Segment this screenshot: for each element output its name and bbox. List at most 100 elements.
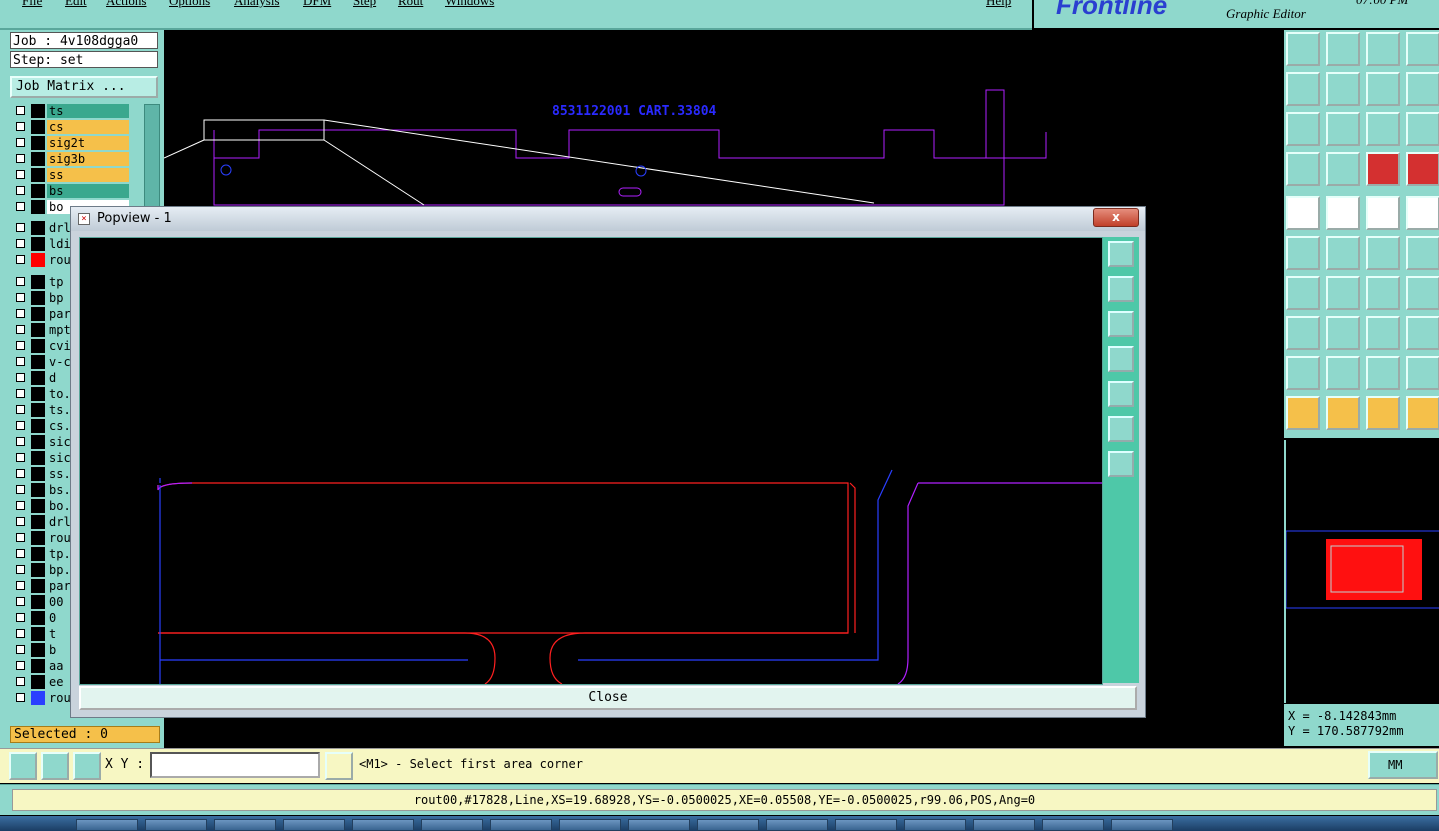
span-tool[interactable] — [1406, 356, 1439, 390]
taskbar-app[interactable] — [835, 819, 897, 831]
close-window-button[interactable]: x — [1093, 208, 1139, 227]
cross-tool[interactable] — [1326, 236, 1360, 270]
layer-color-swatch[interactable] — [31, 253, 45, 267]
layer-checkbox[interactable] — [16, 629, 25, 638]
net-highlight-tool[interactable] — [1366, 152, 1400, 186]
home-tool[interactable] — [1366, 32, 1400, 66]
layer-checkbox[interactable] — [16, 405, 25, 414]
pan-down-button[interactable] — [1108, 311, 1134, 337]
fill-tool[interactable] — [1326, 196, 1360, 230]
layer-color-swatch[interactable] — [31, 323, 45, 337]
layer-name[interactable]: sig2t — [47, 136, 129, 150]
layer-checkbox[interactable] — [16, 106, 25, 115]
layer-checkbox[interactable] — [16, 533, 25, 542]
close-button[interactable]: Close — [79, 686, 1137, 710]
layer-color-swatch[interactable] — [31, 371, 45, 385]
mirror-tool[interactable] — [1406, 276, 1439, 310]
triangle-tool[interactable] — [1286, 356, 1320, 390]
layer-checkbox[interactable] — [16, 223, 25, 232]
layer-checkbox[interactable] — [16, 138, 25, 147]
line-tool[interactable] — [1366, 236, 1400, 270]
layer-checkbox[interactable] — [16, 239, 25, 248]
zoom-home-tool[interactable] — [1286, 112, 1320, 146]
snap-grid-button[interactable] — [9, 752, 37, 780]
menu-file[interactable]: File — [22, 0, 42, 9]
layer-color-swatch[interactable] — [31, 563, 45, 577]
measure-tool[interactable] — [1326, 152, 1360, 186]
layer-checkbox[interactable] — [16, 693, 25, 702]
layer-name[interactable]: sig3b — [47, 152, 129, 166]
layer-color-swatch[interactable] — [31, 483, 45, 497]
layer-color-swatch[interactable] — [31, 387, 45, 401]
layer-color-swatch[interactable] — [31, 355, 45, 369]
menu-dfm[interactable]: DFM — [303, 0, 331, 9]
layer-color-swatch[interactable] — [31, 451, 45, 465]
layer-checkbox[interactable] — [16, 597, 25, 606]
layer-checkbox[interactable] — [16, 186, 25, 195]
job-matrix-button[interactable]: Job Matrix ... — [10, 76, 158, 98]
layer-color-swatch[interactable] — [31, 120, 45, 134]
layer-color-swatch[interactable] — [31, 547, 45, 561]
arch-tool[interactable] — [1366, 356, 1400, 390]
layer-color-swatch[interactable] — [31, 467, 45, 481]
layer-checkbox[interactable] — [16, 549, 25, 558]
menu-analysis[interactable]: Analysis — [234, 0, 280, 9]
layer-checkbox[interactable] — [16, 645, 25, 654]
layer-color-swatch[interactable] — [31, 275, 45, 289]
layer-color-swatch[interactable] — [31, 499, 45, 513]
layer-checkbox[interactable] — [16, 661, 25, 670]
layer-row[interactable]: bs — [14, 184, 134, 198]
layer-checkbox[interactable] — [16, 453, 25, 462]
menu-windows[interactable]: Windows — [445, 0, 494, 9]
layer-color-swatch[interactable] — [31, 643, 45, 657]
taskbar-app[interactable] — [421, 819, 483, 831]
zoom-fit-button[interactable] — [1108, 416, 1134, 442]
layer-row[interactable]: ss — [14, 168, 134, 182]
taskbar-app[interactable] — [697, 819, 759, 831]
layer-name[interactable]: ss — [47, 168, 129, 182]
menu-actions[interactable]: Actions — [106, 0, 146, 9]
popview-canvas[interactable] — [79, 237, 1103, 685]
layer-color-swatch[interactable] — [31, 104, 45, 118]
select-box-tool[interactable] — [1326, 396, 1360, 430]
layer-checkbox[interactable] — [16, 421, 25, 430]
snap-center-button[interactable] — [73, 752, 101, 780]
popview-titlebar[interactable]: × Popview - 1 x — [71, 207, 1145, 231]
pan-left-tool[interactable] — [1286, 72, 1320, 106]
layer-color-swatch[interactable] — [31, 515, 45, 529]
taskbar-app[interactable] — [145, 819, 207, 831]
layer-checkbox[interactable] — [16, 309, 25, 318]
layer-checkbox[interactable] — [16, 565, 25, 574]
layer-checkbox[interactable] — [16, 613, 25, 622]
select-net-tool[interactable] — [1406, 396, 1439, 430]
layer-checkbox[interactable] — [16, 277, 25, 286]
layer-checkbox[interactable] — [16, 517, 25, 526]
zoom-fit-tool[interactable] — [1326, 112, 1360, 146]
layer-checkbox[interactable] — [16, 325, 25, 334]
layer-checkbox[interactable] — [16, 485, 25, 494]
dot-tool[interactable] — [1406, 196, 1439, 230]
menu-rout[interactable]: Rout — [398, 0, 423, 9]
layer-color-swatch[interactable] — [31, 627, 45, 641]
layer-color-swatch[interactable] — [31, 435, 45, 449]
zoom-in-button[interactable] — [1108, 241, 1134, 267]
layer-checkbox[interactable] — [16, 389, 25, 398]
taskbar-app[interactable] — [352, 819, 414, 831]
layer-color-swatch[interactable] — [31, 691, 45, 705]
scale-tool[interactable] — [1366, 112, 1400, 146]
taskbar-app[interactable] — [628, 819, 690, 831]
taskbar-app[interactable] — [1111, 819, 1173, 831]
split-tool[interactable] — [1326, 316, 1360, 350]
layer-checkbox[interactable] — [16, 293, 25, 302]
layer-checkbox[interactable] — [16, 341, 25, 350]
layer-row[interactable]: ts — [14, 104, 134, 118]
layer-checkbox[interactable] — [16, 170, 25, 179]
layer-color-swatch[interactable] — [31, 339, 45, 353]
select-circle-tool[interactable] — [1366, 396, 1400, 430]
layer-color-swatch[interactable] — [31, 136, 45, 150]
taskbar-app[interactable] — [973, 819, 1035, 831]
layer-checkbox[interactable] — [16, 373, 25, 382]
layer-checkbox[interactable] — [16, 154, 25, 163]
peak-tool[interactable] — [1326, 356, 1360, 390]
rotate-tool[interactable] — [1366, 276, 1400, 310]
